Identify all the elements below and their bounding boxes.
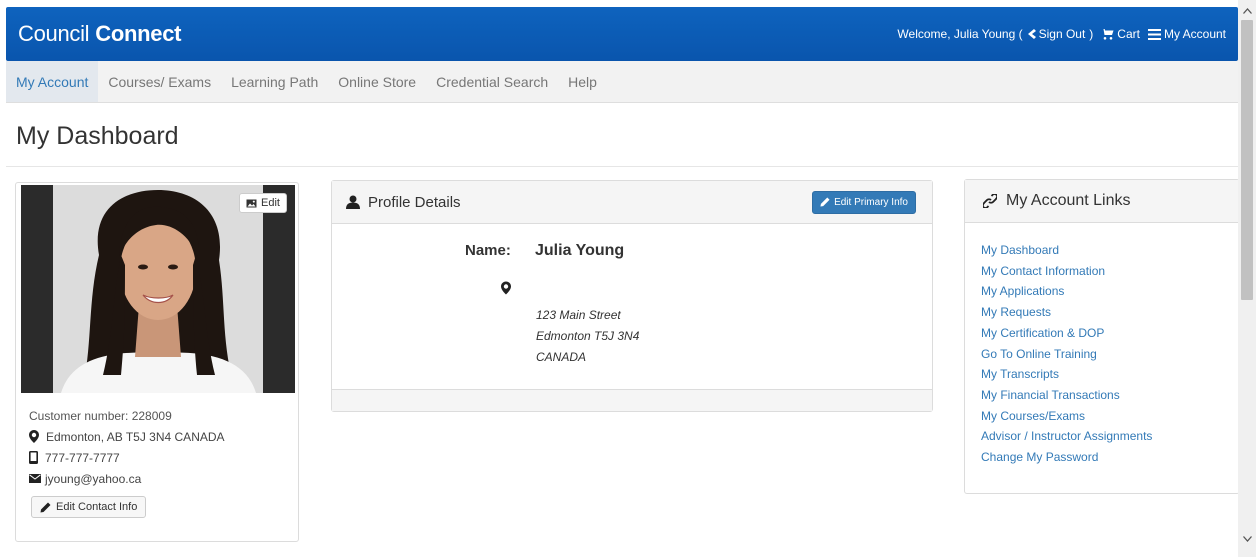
vertical-scrollbar[interactable] — [1238, 0, 1256, 557]
panel-footer — [332, 389, 932, 411]
portrait-image — [61, 190, 256, 393]
link-online-training[interactable]: Go To Online Training — [981, 344, 1239, 365]
nav-courses-exams[interactable]: Courses/ Exams — [98, 61, 221, 102]
map-marker-icon — [29, 430, 39, 443]
user-icon — [346, 195, 360, 209]
link-icon — [983, 194, 997, 208]
account-links-list: My Dashboard My Contact Information My A… — [965, 223, 1239, 468]
chevron-left-icon — [1027, 29, 1036, 39]
list-icon — [1147, 28, 1161, 40]
pencil-icon — [820, 197, 830, 207]
cart-icon — [1101, 28, 1114, 40]
address-line: 123 Main Street — [536, 308, 621, 322]
nav-learning-path[interactable]: Learning Path — [221, 61, 328, 102]
page-title: My Dashboard — [16, 122, 179, 150]
name-value: Julia Young — [535, 242, 625, 259]
name-label: Name: — [465, 242, 511, 259]
envelope-icon — [29, 474, 41, 483]
edit-contact-info-button[interactable]: Edit Contact Info — [31, 496, 147, 518]
my-account-link[interactable]: My Account — [1147, 27, 1226, 41]
cart-link[interactable]: Cart — [1101, 27, 1140, 41]
link-financial-transactions[interactable]: My Financial Transactions — [981, 385, 1239, 406]
phone-icon — [29, 451, 38, 464]
email-text: jyoung@yahoo.ca — [45, 471, 142, 486]
address-block: 123 Main Street Edmonton T5J 3N4 CANADA — [536, 305, 639, 368]
scroll-down-icon[interactable] — [1238, 530, 1256, 548]
account-links-panel: My Account Links My Dashboard My Contact… — [964, 179, 1240, 494]
contact-summary: Customer number: 228009 Edmonton, AB T5J… — [29, 405, 225, 489]
photo-edit-button[interactable]: Edit — [239, 193, 287, 213]
nav-help[interactable]: Help — [558, 61, 607, 102]
top-header-bar: Council Connect Welcome, Julia Young ( Si… — [6, 7, 1238, 61]
link-my-courses-exams[interactable]: My Courses/Exams — [981, 406, 1239, 427]
address-line: Edmonton T5J 3N4 — [536, 329, 640, 343]
customer-number: Customer number: 228009 — [29, 408, 172, 423]
location-text: Edmonton, AB T5J 3N4 CANADA — [46, 429, 225, 444]
edit-primary-info-button[interactable]: Edit Primary Info — [812, 190, 916, 214]
panel-title: My Account Links — [1006, 192, 1131, 209]
phone-text: 777-777-7777 — [45, 450, 120, 465]
link-advisor-instructor-assignments[interactable]: Advisor / Instructor Assignments — [981, 426, 1239, 447]
brand-logo[interactable]: Council Connect — [18, 21, 181, 47]
profile-card: Edit Customer number: 228009 Edmonton, A… — [15, 182, 299, 542]
link-my-dashboard[interactable]: My Dashboard — [981, 240, 1239, 261]
link-my-transcripts[interactable]: My Transcripts — [981, 364, 1239, 385]
main-nav: My Account Courses/ Exams Learning Path … — [6, 61, 1238, 103]
panel-title: Profile Details — [368, 193, 461, 211]
link-my-requests[interactable]: My Requests — [981, 302, 1239, 323]
profile-photo: Edit — [21, 185, 295, 393]
address-line: CANADA — [536, 350, 587, 364]
link-change-password[interactable]: Change My Password — [981, 447, 1239, 468]
sign-out-link[interactable]: Sign Out — [1027, 27, 1085, 41]
panel-header: My Account Links — [965, 180, 1239, 223]
user-menu: Welcome, Julia Young ( Sign Out ) Cart M… — [897, 27, 1226, 41]
panel-header: Profile Details Edit Primary Info — [332, 181, 932, 224]
welcome-text: Welcome, Julia Young ( — [897, 27, 1023, 41]
link-my-certification-dop[interactable]: My Certification & DOP — [981, 323, 1239, 344]
divider — [6, 166, 1238, 167]
map-marker-icon — [501, 281, 511, 295]
link-my-contact-information[interactable]: My Contact Information — [981, 261, 1239, 282]
profile-details-panel: Profile Details Edit Primary Info Name: … — [331, 180, 933, 412]
nav-online-store[interactable]: Online Store — [328, 61, 426, 102]
pencil-icon — [40, 502, 51, 512]
nav-credential-search[interactable]: Credential Search — [426, 61, 558, 102]
scroll-up-icon[interactable] — [1238, 2, 1256, 20]
link-my-applications[interactable]: My Applications — [981, 281, 1239, 302]
image-icon — [246, 199, 257, 207]
scroll-thumb[interactable] — [1241, 20, 1253, 300]
nav-my-account[interactable]: My Account — [6, 61, 99, 102]
